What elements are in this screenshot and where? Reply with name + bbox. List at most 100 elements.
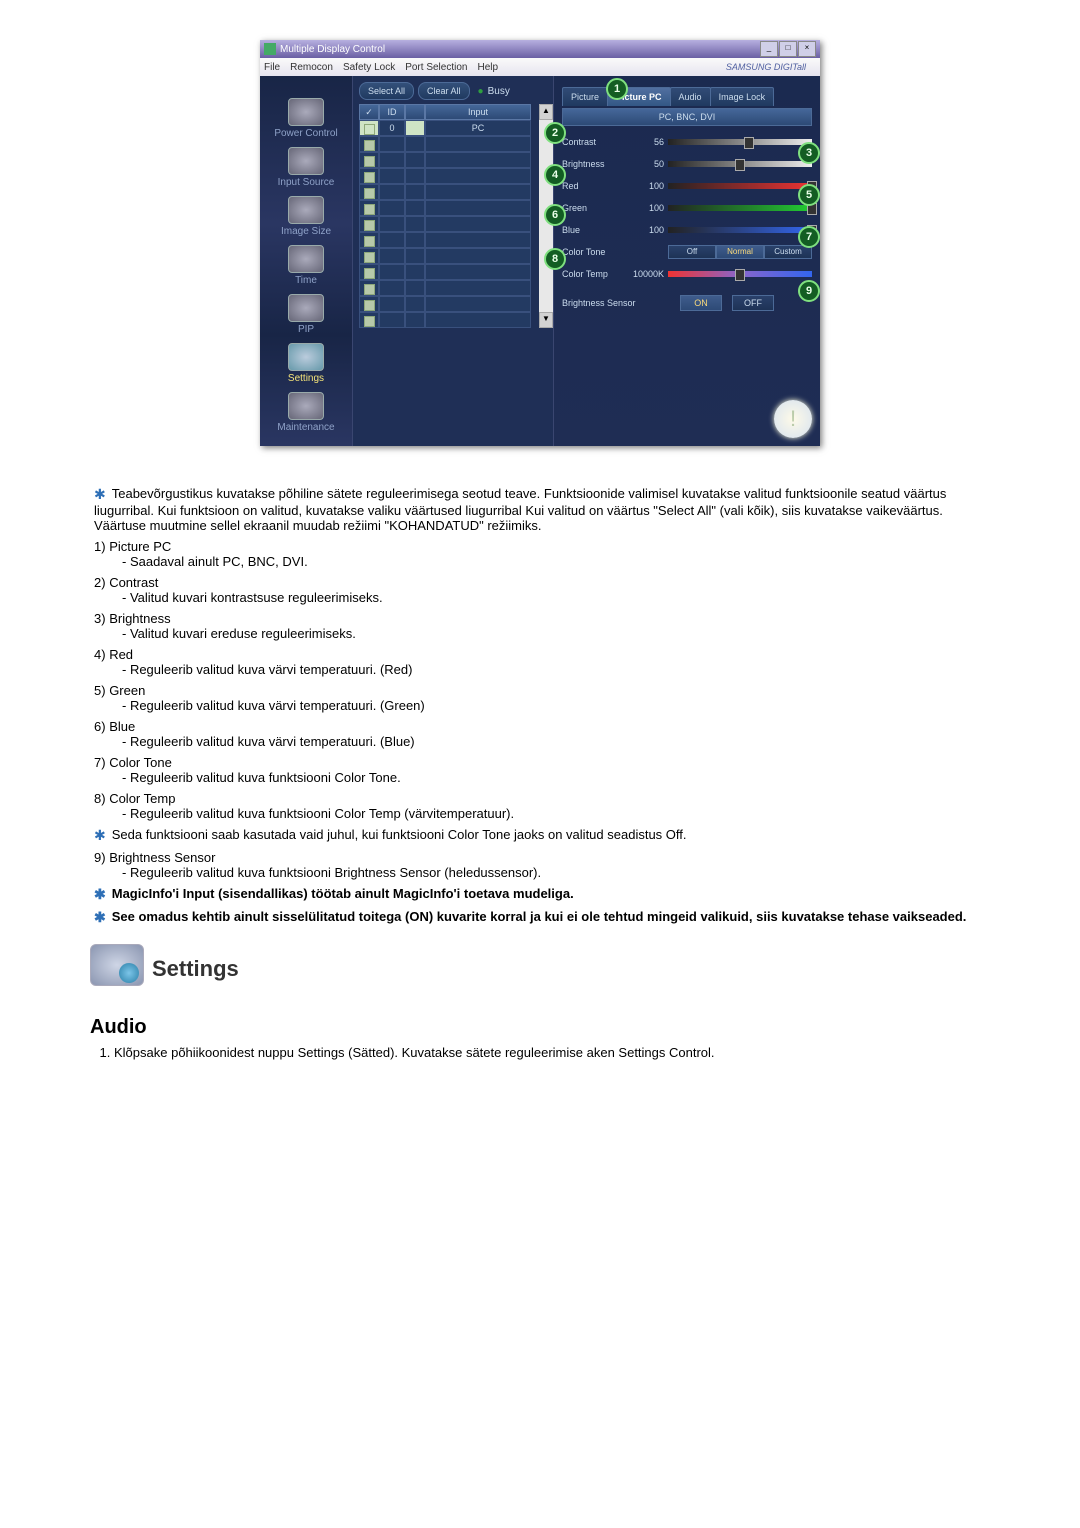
app-window: Multiple Display Control _ □ × File Remo… (260, 40, 820, 446)
doc-star4: See omadus kehtib ainult sisselülitatud … (112, 909, 967, 924)
row-checkbox[interactable] (364, 124, 375, 135)
close-icon[interactable]: × (798, 41, 816, 57)
col-id[interactable]: ID (379, 104, 405, 120)
row-checkbox[interactable] (364, 204, 375, 215)
green-slider[interactable] (668, 205, 812, 211)
marker-6: 6 (544, 204, 566, 226)
sidebar-item-power-control[interactable]: Power Control (260, 98, 352, 143)
ctone-off[interactable]: Off (668, 245, 716, 259)
menu-bar: File Remocon Safety Lock Port Selection … (260, 58, 820, 76)
brightness-sensor-label: Brightness Sensor (562, 298, 670, 308)
brightness-sensor-off[interactable]: OFF (732, 295, 774, 311)
row-checkbox[interactable] (364, 188, 375, 199)
settings-heading: Settings (152, 956, 990, 982)
settings-section-icon (90, 944, 144, 986)
marker-7: 7 (798, 226, 820, 248)
doc-item-3: 3) Brightness- Valitud kuvari ereduse re… (94, 611, 990, 641)
marker-8: 8 (544, 248, 566, 270)
sidebar-item-label: PIP (298, 324, 314, 335)
marker-3: 3 (798, 142, 820, 164)
red-slider[interactable] (668, 183, 812, 189)
row-checkbox[interactable] (364, 156, 375, 167)
doc-item-4: 4) Red- Reguleerib valitud kuva värvi te… (94, 647, 990, 677)
sidebar-item-image-size[interactable]: Image Size (260, 196, 352, 241)
table-row[interactable] (359, 264, 531, 280)
col-checkbox[interactable]: ✓ (359, 104, 379, 120)
table-row[interactable] (359, 152, 531, 168)
star-icon: ✱ (94, 827, 112, 843)
title-bar: Multiple Display Control _ □ × (260, 40, 820, 58)
blue-slider[interactable] (668, 227, 812, 233)
row-checkbox[interactable] (364, 172, 375, 183)
star-icon: ✱ (94, 486, 112, 502)
row-checkbox[interactable] (364, 252, 375, 263)
color-temp-label: Color Temp (562, 269, 630, 279)
scroll-up-icon[interactable]: ▲ (539, 104, 553, 120)
table-row[interactable]: 0 PC (359, 120, 531, 136)
table-row[interactable] (359, 216, 531, 232)
marker-1: 1 (606, 78, 628, 100)
brand-text: SAMSUNG DIGITall (726, 62, 806, 72)
table-row[interactable] (359, 312, 531, 328)
busy-indicator: Busy (478, 86, 510, 97)
scroll-down-icon[interactable]: ▼ (539, 312, 553, 328)
brightness-sensor-on[interactable]: ON (680, 295, 722, 311)
marker-4: 4 (544, 164, 566, 186)
doc-main-note: Teabevõrgustikus kuvatakse põhiline säte… (94, 486, 946, 533)
audio-steps: Klõpsake põhiikoonidest nuppu Settings (… (98, 1045, 990, 1060)
sidebar-item-settings[interactable]: Settings (260, 343, 352, 388)
menu-port-selection[interactable]: Port Selection (405, 62, 467, 73)
doc-item-9: 9) Brightness Sensor- Reguleerib valitud… (94, 850, 990, 880)
sidebar-item-label: Settings (288, 373, 324, 384)
table-row[interactable] (359, 232, 531, 248)
sidebar-item-label: Image Size (281, 226, 331, 237)
table-row[interactable] (359, 168, 531, 184)
tab-image-lock[interactable]: Image Lock (710, 87, 775, 106)
menu-file[interactable]: File (264, 62, 280, 73)
doc-body: ✱Teabevõrgustikus kuvatakse põhiline sät… (94, 486, 990, 926)
color-temp-slider[interactable] (668, 271, 812, 277)
minimize-icon[interactable]: _ (760, 41, 778, 57)
table-row[interactable] (359, 200, 531, 216)
ctone-normal[interactable]: Normal (716, 245, 764, 259)
table-row[interactable] (359, 296, 531, 312)
color-tone-segmented[interactable]: Off Normal Custom (668, 245, 812, 259)
clear-all-button[interactable]: Clear All (418, 82, 470, 100)
brightness-slider[interactable] (668, 161, 812, 167)
col-status[interactable] (405, 104, 425, 120)
marker-2: 2 (544, 122, 566, 144)
table-row[interactable] (359, 248, 531, 264)
table-row[interactable] (359, 280, 531, 296)
doc-star2: Seda funktsiooni saab kasutada vaid juhu… (112, 827, 687, 842)
sidebar-item-time[interactable]: Time (260, 245, 352, 290)
table-row[interactable] (359, 184, 531, 200)
contrast-slider[interactable] (668, 139, 812, 145)
menu-safety-lock[interactable]: Safety Lock (343, 62, 395, 73)
sidebar: Power Control Input Source Image Size Ti… (260, 76, 352, 446)
row-checkbox[interactable] (364, 236, 375, 247)
row-checkbox[interactable] (364, 140, 375, 151)
contrast-label: Contrast (562, 137, 630, 147)
row-checkbox[interactable] (364, 300, 375, 311)
sidebar-item-label: Power Control (274, 128, 337, 139)
row-checkbox[interactable] (364, 284, 375, 295)
sidebar-item-maintenance[interactable]: Maintenance (260, 392, 352, 437)
menu-help[interactable]: Help (477, 62, 498, 73)
table-row[interactable] (359, 136, 531, 152)
col-input[interactable]: Input (425, 104, 531, 120)
row-checkbox[interactable] (364, 268, 375, 279)
app-icon (264, 43, 276, 55)
tab-picture[interactable]: Picture (562, 87, 608, 106)
row-status (405, 120, 425, 136)
alert-icon (774, 400, 812, 438)
select-all-button[interactable]: Select All (359, 82, 414, 100)
row-checkbox[interactable] (364, 316, 375, 327)
row-checkbox[interactable] (364, 220, 375, 231)
menu-remocon[interactable]: Remocon (290, 62, 333, 73)
maintenance-icon (288, 392, 324, 420)
sidebar-item-input-source[interactable]: Input Source (260, 147, 352, 192)
red-value: 100 (630, 181, 668, 191)
sidebar-item-pip[interactable]: PIP (260, 294, 352, 339)
tab-audio[interactable]: Audio (670, 87, 711, 106)
maximize-icon[interactable]: □ (779, 41, 797, 57)
